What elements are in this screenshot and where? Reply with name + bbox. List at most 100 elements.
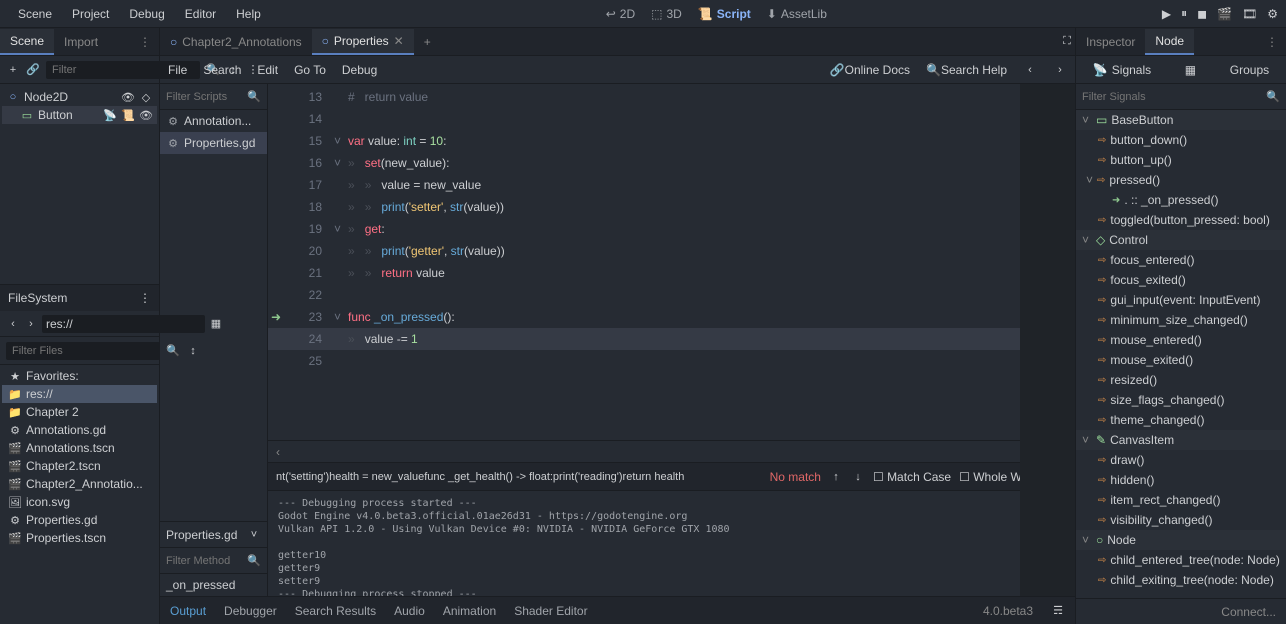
menu-edit[interactable]: Edit [257,63,278,77]
signal-item[interactable]: ⇨gui_input(event: InputEvent) [1076,290,1286,310]
connect-button[interactable]: Connect... [1076,598,1286,624]
signal-item[interactable]: ⇨minimum_size_changed() [1076,310,1286,330]
tab-scene[interactable]: Scene [0,29,54,55]
btab-search[interactable]: Search Results [295,604,376,618]
fs-item[interactable]: 📁Chapter 2 [2,403,157,421]
signal-category[interactable]: ˅◇Control [1076,230,1286,250]
workspace-script[interactable]: 📜Script [698,7,751,21]
menu-file[interactable]: File [168,63,187,77]
menu-debug[interactable]: Debug [119,3,174,25]
method-item[interactable]: _on_pressed [160,574,267,596]
menu-scene[interactable]: Scene [8,3,62,25]
back-icon[interactable]: ‹ [6,317,20,331]
panel-menu-icon[interactable]: ⋮ [131,35,159,49]
method-filter-input[interactable] [166,555,247,567]
signal-item[interactable]: ⇨button_down() [1076,130,1286,150]
tab-inspector[interactable]: Inspector [1076,30,1145,54]
search-icon[interactable]: 🔍 [247,554,261,568]
signal-category[interactable]: ˅✎CanvasItem [1076,430,1286,450]
signal-item[interactable]: ⇨focus_entered() [1076,250,1286,270]
play-scene-icon[interactable]: 🎬 [1217,7,1232,21]
signal-item[interactable]: ⇨child_entered_tree(node: Node) [1076,550,1286,570]
fs-item[interactable]: ⚙Annotations.gd [2,421,157,439]
stop-icon[interactable]: ◼ [1197,7,1207,21]
script-icon[interactable]: 📜 [121,108,135,122]
signal-item[interactable]: ⇨item_rect_changed() [1076,490,1286,510]
tab-node[interactable]: Node [1145,29,1194,55]
menu-search[interactable]: Search [203,63,241,77]
play-icon[interactable]: ▶ [1162,7,1171,21]
menu-goto[interactable]: Go To [294,63,326,77]
signal-item[interactable]: ⇨draw() [1076,450,1286,470]
play-custom-icon[interactable]: 🎞 [1242,7,1257,21]
fs-item[interactable]: 🎬Properties.tscn [2,529,157,547]
fs-item[interactable]: ⚙Properties.gd [2,511,157,529]
signal-item[interactable]: ⇨mouse_entered() [1076,330,1286,350]
chevron-down-icon[interactable]: ˅ [247,528,261,542]
signal-item[interactable]: ⇨toggled(button_pressed: bool) [1076,210,1286,230]
layout-icon[interactable]: ☴ [1051,604,1065,618]
lock-icon[interactable]: ◇ [139,90,153,104]
script-item[interactable]: ⚙Properties.gd [160,132,267,154]
fs-item[interactable]: 🎬Chapter2.tscn [2,457,157,475]
pause-icon[interactable]: ⏸ [1181,6,1187,21]
prev-icon[interactable]: ‹ [1023,63,1037,77]
fs-item[interactable]: 🎬Annotations.tscn [2,439,157,457]
signal-item[interactable]: ⇨button_up() [1076,150,1286,170]
script-item[interactable]: ⚙Annotation... [160,110,267,132]
signal-item[interactable]: ˅⇨pressed() [1076,170,1286,190]
workspace-2d[interactable]: ↩2D [606,7,635,21]
search-icon[interactable]: 🔍 [1266,90,1280,104]
fs-item[interactable]: 🖼icon.svg [2,493,157,511]
add-node-icon[interactable]: + [6,63,20,77]
signal-item[interactable]: ⇨focus_exited() [1076,270,1286,290]
subtab-signals[interactable]: 📡Signals [1093,63,1151,77]
online-docs-link[interactable]: 🔗Online Docs [830,63,910,77]
workspace-3d[interactable]: ⬚3D [651,7,682,21]
next-icon[interactable]: › [1053,63,1067,77]
prev-match-icon[interactable]: ↑ [829,470,843,484]
fs-item[interactable]: 🎬Chapter2_Annotatio... [2,475,157,493]
visibility-icon[interactable]: 👁 [121,90,135,104]
script-filter-input[interactable] [166,91,247,103]
grid-icon[interactable]: ▦ [1185,63,1196,77]
signal-item[interactable]: ⇨mouse_exited() [1076,350,1286,370]
btab-debugger[interactable]: Debugger [224,604,277,618]
tab-properties[interactable]: ○Properties✕ [312,29,414,55]
signal-category[interactable]: ˅○Node [1076,530,1286,550]
search-help-link[interactable]: 🔍Search Help [926,63,1007,77]
forward-icon[interactable]: › [24,317,38,331]
signal-item[interactable]: ⇨child_exiting_tree(node: Node) [1076,570,1286,590]
fs-item[interactable]: 📁res:// [2,385,157,403]
menu-editor[interactable]: Editor [175,3,226,25]
search-input[interactable] [276,471,762,483]
panel-menu-icon[interactable]: ⋮ [139,291,151,305]
match-case-checkbox[interactable]: ☐ Match Case [873,470,951,484]
signal-item[interactable]: ⇨resized() [1076,370,1286,390]
btab-animation[interactable]: Animation [443,604,496,618]
btab-output[interactable]: Output [170,604,206,618]
distraction-free-icon[interactable]: ⛶ [1059,35,1075,49]
menu-help[interactable]: Help [226,3,271,25]
visibility-icon[interactable]: 👁 [139,108,153,122]
menu-debug[interactable]: Debug [342,63,377,77]
close-tab-icon[interactable]: ✕ [394,34,404,48]
tree-item-node2d[interactable]: ○ Node2D 👁 ◇ [2,88,157,106]
new-tab-icon[interactable]: + [414,31,441,53]
signal-filter-input[interactable] [1082,91,1266,103]
tab-chapter2-annotations[interactable]: ○Chapter2_Annotations [160,30,312,54]
signal-icon[interactable]: 📡 [103,108,117,122]
scroll-left-icon[interactable]: ‹ [276,445,280,459]
panel-menu-icon[interactable]: ⋮ [1258,35,1286,49]
link-icon[interactable]: 🔗 [26,63,40,77]
signal-category[interactable]: ˅▭BaseButton [1076,110,1286,130]
render-icon[interactable]: ⚙ [1267,7,1278,21]
signal-item[interactable]: ⇨size_flags_changed() [1076,390,1286,410]
menu-project[interactable]: Project [62,3,119,25]
signal-item[interactable]: ⇨theme_changed() [1076,410,1286,430]
next-match-icon[interactable]: ↓ [851,470,865,484]
workspace-assetlib[interactable]: ⬇AssetLib [767,7,827,21]
file-filter-input[interactable] [6,342,160,360]
signal-item[interactable]: ⇨hidden() [1076,470,1286,490]
signal-item[interactable]: ⇨visibility_changed() [1076,510,1286,530]
